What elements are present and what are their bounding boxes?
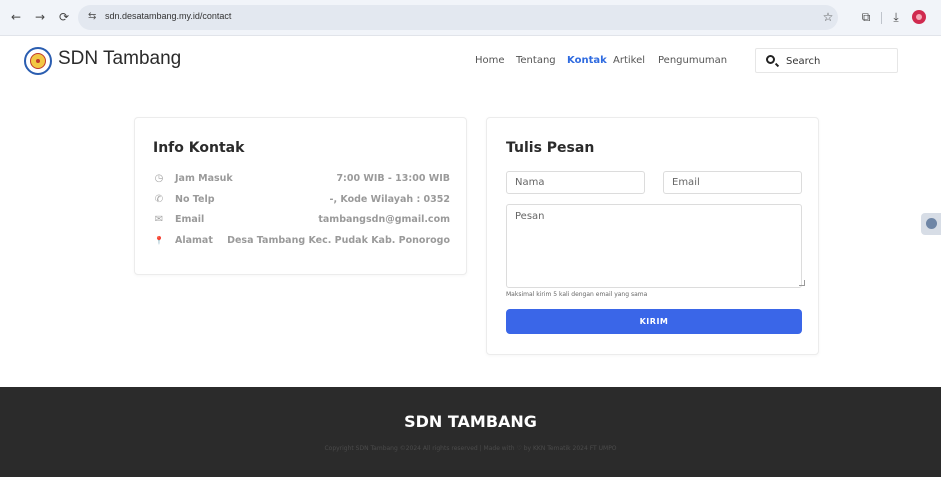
logo-dot [36,59,40,63]
search-box[interactable] [755,48,898,73]
widget-icon [926,218,937,229]
address-bar[interactable]: ⇆ sdn.desatambang.my.id/contact [78,5,838,30]
info-row-jam-masuk: ◷ Jam Masuk 7:00 WIB - 13:00 WIB [135,172,468,188]
nav-pengumuman[interactable]: Pengumuman [658,55,727,66]
toolbar-divider [881,12,882,24]
info-label: No Telp [175,194,215,205]
site-title[interactable]: SDN Tambang [58,48,181,70]
clock-icon: ◷ [154,173,164,184]
info-value: Desa Tambang Kec. Pudak Kab. Ponorogo [227,235,450,246]
footer-title: SDN TAMBANG [404,412,537,431]
site-info-icon[interactable]: ⇆ [88,11,100,23]
submit-limit-hint: Maksimal kirim 5 kali dengan email yang … [506,291,648,298]
tulis-pesan-title: Tulis Pesan [506,140,595,156]
email-input[interactable] [663,171,802,194]
profile-avatar-icon[interactable] [912,10,926,24]
footer-copyright: Copyright SDN Tambang ©2024 All rights r… [324,445,617,452]
nama-input[interactable] [506,171,645,194]
info-label: Alamat [175,235,213,246]
info-value: 7:00 WIB - 13:00 WIB [336,173,450,184]
info-row-no-telp: ✆ No Telp -, Kode Wilayah : 0352 [135,193,468,209]
back-icon[interactable]: ← [8,9,24,25]
info-kontak-card: Info Kontak ◷ Jam Masuk 7:00 WIB - 13:00… [134,117,467,275]
info-label: Jam Masuk [175,173,233,184]
textarea-resize-handle[interactable] [799,280,805,286]
pesan-textarea[interactable] [506,204,802,288]
search-icon[interactable] [766,55,775,64]
floating-side-widget[interactable] [921,213,941,235]
nav-home[interactable]: Home [475,55,505,66]
kirim-button[interactable]: KIRIM [506,309,802,334]
info-label: Email [175,214,205,225]
info-value: tambangsdn@gmail.com [318,214,450,225]
extensions-icon[interactable]: ⧉ [858,9,874,25]
url-text[interactable]: sdn.desatambang.my.id/contact [105,11,231,21]
info-row-email: ✉ Email tambangsdn@gmail.com [135,213,468,229]
phone-icon: ✆ [154,194,164,205]
browser-toolbar: ← → ⟳ ⇆ sdn.desatambang.my.id/contact ☆ … [0,0,941,36]
nav-artikel[interactable]: Artikel [613,55,645,66]
download-icon[interactable]: ⤓ [888,9,904,25]
reload-icon[interactable]: ⟳ [56,9,72,25]
bookmark-star-icon[interactable]: ☆ [820,9,836,25]
logo-emblem [30,53,46,69]
info-row-alamat: 📍 Alamat Desa Tambang Kec. Pudak Kab. Po… [135,234,468,250]
search-input[interactable] [786,52,891,70]
nav-kontak[interactable]: Kontak [567,55,607,66]
site-footer: SDN TAMBANG Copyright SDN Tambang ©2024 … [0,387,941,477]
envelope-icon: ✉ [154,214,164,225]
tulis-pesan-card: Tulis Pesan Maksimal kirim 5 kali dengan… [486,117,819,355]
forward-icon[interactable]: → [32,9,48,25]
info-kontak-title: Info Kontak [153,140,245,156]
info-value: -, Kode Wilayah : 0352 [329,194,450,205]
school-logo-icon[interactable] [24,47,52,75]
map-pin-icon: 📍 [154,236,164,245]
nav-tentang[interactable]: Tentang [516,55,556,66]
